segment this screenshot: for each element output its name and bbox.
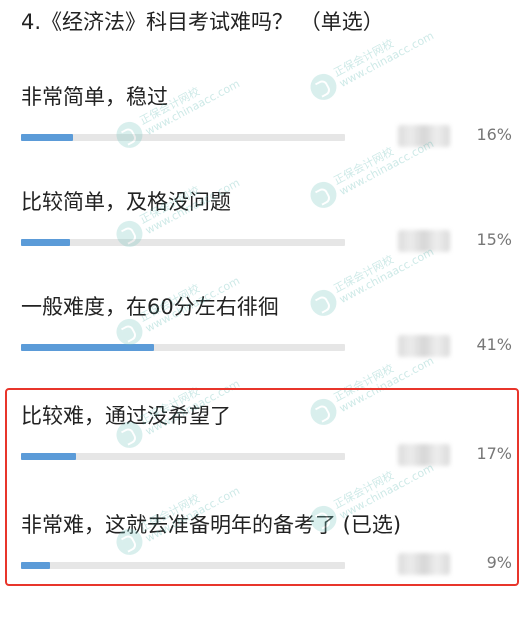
progress-bar-fill xyxy=(21,239,70,246)
blurred-vote-count xyxy=(398,444,450,466)
option-percent: 41% xyxy=(476,335,512,354)
option-percent: 15% xyxy=(476,230,512,249)
progress-bar xyxy=(21,562,345,569)
progress-bar-fill xyxy=(21,134,73,141)
progress-bar xyxy=(21,344,345,351)
progress-bar-fill xyxy=(21,344,154,351)
progress-bar xyxy=(21,239,345,246)
poll-option-3[interactable]: 一般难度，在60分左右徘徊 41% xyxy=(0,289,532,401)
poll-option-5[interactable]: 非常难，这就去准备明年的备考了 (已选) 9% xyxy=(0,507,532,619)
progress-bar xyxy=(21,453,345,460)
blurred-vote-count xyxy=(398,230,450,252)
poll-option-1[interactable]: 非常简单，稳过 16% xyxy=(0,79,532,191)
blurred-vote-count xyxy=(398,335,450,357)
progress-bar xyxy=(21,134,345,141)
watermark-text: 正保会计网校 xyxy=(331,36,396,80)
question-title: 4.《经济法》科目考试难吗？ （单选） xyxy=(21,10,384,34)
poll-option-4[interactable]: 比较难，通过没希望了 17% xyxy=(0,398,532,510)
blurred-vote-count xyxy=(398,553,450,575)
progress-bar-fill xyxy=(21,453,77,460)
blurred-vote-count xyxy=(398,125,450,147)
poll-option-2[interactable]: 比较简单，及格没问题 15% xyxy=(0,184,532,296)
option-percent: 9% xyxy=(486,553,512,572)
option-percent: 17% xyxy=(476,444,512,463)
option-label: 比较简单，及格没问题 xyxy=(21,190,231,214)
option-label: 非常简单，稳过 xyxy=(21,85,168,109)
option-percent: 16% xyxy=(476,125,512,144)
option-label: 非常难，这就去准备明年的备考了 (已选) xyxy=(21,513,402,537)
progress-bar-fill xyxy=(21,562,51,569)
option-label: 比较难，通过没希望了 xyxy=(21,404,231,428)
option-label: 一般难度，在60分左右徘徊 xyxy=(21,295,279,319)
